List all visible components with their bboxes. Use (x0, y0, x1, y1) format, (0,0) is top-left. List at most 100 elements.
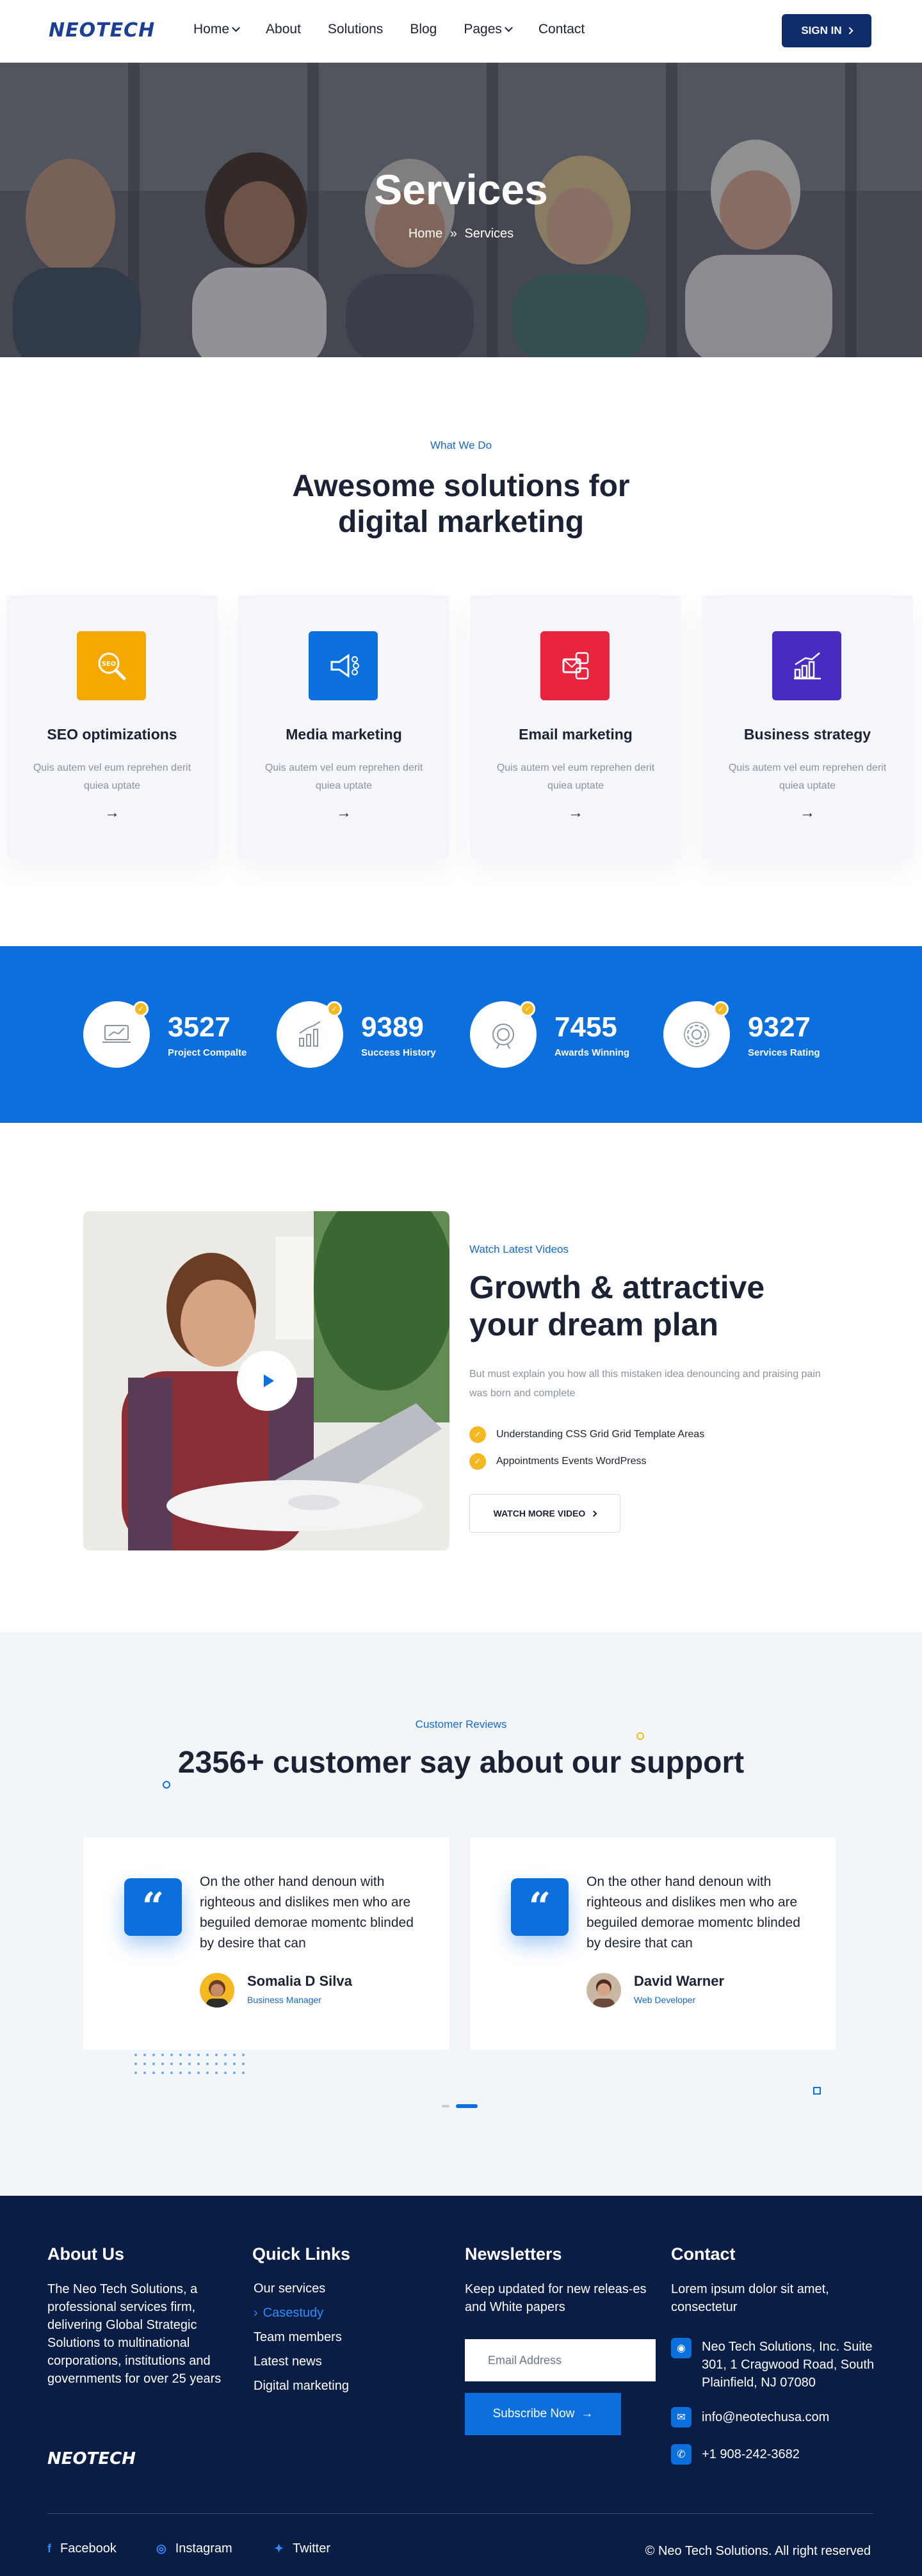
footer-divider (47, 2513, 873, 2514)
chevron-right-icon: › (254, 2306, 258, 2320)
footer-link-casestudy[interactable]: › Casestudy (254, 2306, 323, 2321)
decor-circle (163, 1781, 170, 1789)
quote-icon: “ (124, 1878, 182, 1936)
nav-about[interactable]: About (266, 22, 301, 37)
chevron-down-icon (505, 24, 513, 32)
stat-awards: ✓ 7455 Awards Winning (470, 1001, 662, 1072)
footer-link-services[interactable]: Our services (254, 2282, 325, 2296)
social-instagram[interactable]: ◎ Instagram (156, 2541, 232, 2556)
service-card-strategy[interactable]: Business strategy Quis autem vel eum rep… (702, 595, 913, 858)
footer-about-heading: About Us (47, 2244, 124, 2264)
megaphone-icon (309, 631, 378, 700)
seo-icon: SEO (77, 631, 146, 700)
nav-solutions[interactable]: Solutions (328, 22, 383, 37)
stat-label: Services Rating (748, 1047, 820, 1058)
footer-link-news[interactable]: Latest news (254, 2355, 322, 2369)
chevron-right-icon (590, 1510, 597, 1517)
main-nav: Home About Solutions Blog Pages Contact (193, 22, 611, 37)
breadcrumb: Home » Services (0, 227, 922, 241)
slider-dot-active[interactable] (456, 2104, 478, 2108)
instagram-icon: ◎ (156, 2542, 166, 2555)
nav-about-label: About (266, 22, 301, 36)
facebook-icon: f (47, 2542, 51, 2555)
footer-link-team[interactable]: Team members (254, 2330, 342, 2345)
social-facebook[interactable]: f Facebook (47, 2541, 117, 2556)
section-title-line2: digital marketing (337, 505, 585, 539)
check-item-label: Appointments Events WordPress (496, 1456, 647, 1467)
arrow-right-icon[interactable]: → (798, 804, 817, 821)
reviews-title: 2356+ customer say about our support (177, 1746, 745, 1780)
social-instagram-label: Instagram (175, 2541, 232, 2556)
dot-pattern (134, 2054, 245, 2074)
service-card-seo[interactable]: SEO SEO optimizations Quis autem vel eum… (6, 595, 218, 858)
arrow-right-icon: → (581, 2407, 594, 2420)
footer-about-text: The Neo Tech Solutions, a professional s… (47, 2282, 222, 2386)
footer-newsletter-heading: Newsletters (465, 2244, 562, 2264)
reviewer-role: Business Manager (247, 1995, 321, 2005)
review-card: “ On the other hand denoun with righteou… (470, 1837, 836, 2050)
footer-phone[interactable]: +1 908-242-3682 (702, 2445, 800, 2463)
avatar (586, 1973, 621, 2008)
check-item-label: Understanding CSS Grid Grid Template Are… (496, 1429, 705, 1440)
site-footer: About Us The Neo Tech Solutions, a profe… (0, 2196, 922, 2576)
card-title: SEO optimizations (47, 726, 177, 743)
nav-contact[interactable]: Contact (538, 22, 585, 37)
quote-icon: “ (511, 1878, 569, 1936)
breadcrumb-home[interactable]: Home (408, 227, 442, 241)
social-twitter[interactable]: ✦ Twitter (274, 2541, 330, 2556)
check-icon: ✓ (520, 1001, 535, 1017)
slider-dot[interactable] (442, 2105, 449, 2107)
stats-band: ✓ 3527 Project Compalte ✓ 9389 Success H… (0, 946, 922, 1123)
video-text: But must explain you how all this mistak… (469, 1369, 821, 1399)
chevron-right-icon (845, 27, 853, 35)
twitter-icon: ✦ (274, 2542, 284, 2555)
footer-link-digital[interactable]: Digital marketing (254, 2379, 349, 2394)
review-card: “ On the other hand denoun with righteou… (83, 1837, 449, 2050)
footer-logo[interactable]: NEOTECH (47, 2449, 136, 2468)
stat-number: 3527 (168, 1011, 230, 1043)
card-title: Media marketing (286, 726, 402, 743)
email-input[interactable] (465, 2339, 656, 2381)
arrow-right-icon[interactable]: → (334, 804, 353, 821)
nav-home[interactable]: Home (193, 22, 240, 37)
arrow-right-icon[interactable]: → (102, 804, 122, 821)
footer-email[interactable]: info@neotechusa.com (702, 2408, 829, 2426)
video-title: Growth & attractive your dream plan (469, 1269, 828, 1343)
watch-button-label: WATCH MORE VIDEO (493, 1508, 586, 1518)
arrow-right-icon[interactable]: → (566, 804, 585, 821)
card-text: Quis autem vel eum reprehen derit quiea … (496, 762, 655, 791)
logo[interactable]: NEOTECH (49, 19, 155, 42)
reviewer-name: Somalia D Silva (247, 1973, 352, 1989)
nav-blog[interactable]: Blog (410, 22, 437, 37)
stat-label: Success History (361, 1047, 436, 1058)
watch-more-video-button[interactable]: WATCH MORE VIDEO (469, 1494, 620, 1533)
social-facebook-label: Facebook (60, 2541, 117, 2556)
video-title-line2: your dream plan (469, 1307, 718, 1342)
stat-projects: ✓ 3527 Project Compalte (83, 1001, 275, 1072)
section-title: Awesome solutions for digital marketing (0, 469, 922, 540)
stat-success: ✓ 9389 Success History (277, 1001, 469, 1072)
sign-in-button[interactable]: SIGN IN (782, 14, 871, 47)
site-header: NEOTECH Home About Solutions Blog Pages … (0, 0, 922, 63)
subscribe-button[interactable]: Subscribe Now → (465, 2393, 621, 2435)
check-icon: ✓ (713, 1001, 729, 1017)
hero-banner: Services Home » Services (0, 63, 922, 357)
page-title: Services (374, 166, 548, 213)
nav-home-label: Home (193, 22, 230, 36)
footer-newsletter-text: Keep updated for new releas-es and White… (465, 2282, 647, 2314)
review-text: On the other hand denoun with righteous … (586, 1874, 800, 1951)
sign-in-label: SIGN IN (801, 24, 842, 36)
service-card-media[interactable]: Media marketing Quis autem vel eum repre… (238, 595, 449, 858)
location-icon: ◉ (671, 2338, 691, 2358)
check-list-item: ✓ Understanding CSS Grid Grid Template Ar… (469, 1426, 704, 1443)
bar-chart-icon (772, 631, 841, 700)
nav-solutions-label: Solutions (327, 22, 384, 36)
nav-pages[interactable]: Pages (464, 22, 513, 37)
service-card-email[interactable]: Email marketing Quis autem vel eum repre… (470, 595, 681, 858)
play-icon (263, 1374, 274, 1387)
play-button[interactable] (237, 1351, 297, 1411)
reviewer-name: David Warner (634, 1973, 725, 1989)
video-thumbnail[interactable] (83, 1211, 449, 1550)
check-icon: ✓ (469, 1426, 486, 1443)
subscribe-label: Subscribe Now (492, 2407, 575, 2420)
